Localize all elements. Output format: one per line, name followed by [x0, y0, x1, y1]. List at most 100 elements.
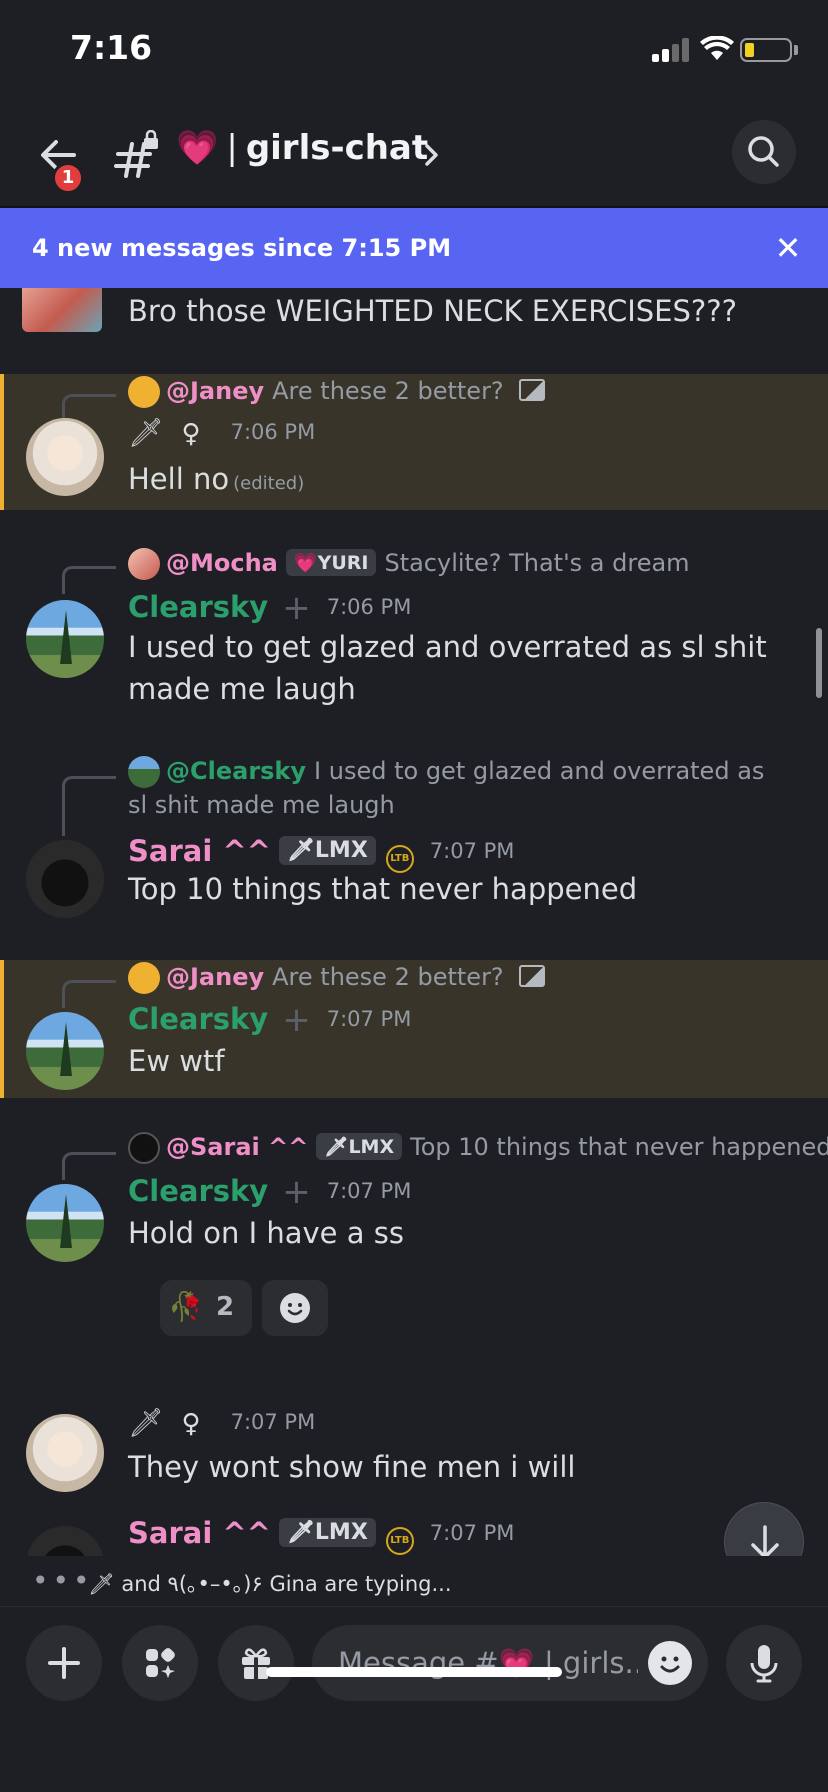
- timestamp: 7:07 PM: [429, 839, 515, 863]
- avatar[interactable]: [26, 600, 104, 678]
- search-icon: [748, 136, 779, 167]
- gift-button[interactable]: [218, 1625, 294, 1701]
- channel-header: 1 💗 | girls-chat: [0, 100, 828, 208]
- cellular-signal-icon: [652, 36, 692, 62]
- typing-text: 🗡 and ٩(｡•–•｡)۶ Gina are typing...: [88, 1568, 452, 1598]
- add-reaction-button[interactable]: [262, 1280, 328, 1336]
- plus-icon: +: [282, 588, 311, 628]
- message-text: They wont show fine men i will: [128, 1450, 576, 1484]
- author-line: 🗡 ♀ 7:07 PM: [128, 1406, 315, 1439]
- scrollbar[interactable]: [816, 628, 822, 698]
- sword-icon: 🗡: [88, 1572, 115, 1596]
- plus-icon: +: [282, 1172, 311, 1212]
- reply-tag-label: LMX: [348, 1136, 395, 1158]
- message-row: @Mocha 💗YURI Stacylite? That's a dream Cle…: [0, 546, 828, 706]
- reaction-count: 2: [216, 1292, 235, 1322]
- add-reaction-icon: [280, 1293, 310, 1323]
- chevron-right-icon[interactable]: [420, 138, 444, 172]
- message-row-highlighted: @Janey Are these 2 better? Clearsky +7:07 …: [0, 960, 828, 1098]
- reply-text: Are these 2 better?: [272, 377, 504, 405]
- new-messages-banner[interactable]: 4 new messages since 7:15 PM ✕: [0, 208, 828, 288]
- author-line: Clearsky +7:07 PM: [128, 1000, 411, 1040]
- avatar[interactable]: [26, 1012, 104, 1090]
- timestamp: 7:07 PM: [326, 1179, 412, 1203]
- author-name[interactable]: Clearsky: [128, 1174, 268, 1208]
- search-button[interactable]: [732, 120, 796, 184]
- message-row: Sarai ^^ 🗡LMX LTB 7:07 PM: [0, 1500, 828, 1556]
- reply-connector: [62, 1152, 116, 1180]
- reply-author: @Janey: [166, 963, 265, 991]
- reply-preview[interactable]: @Clearsky I used to get glazed and overra…: [128, 754, 788, 822]
- message-list[interactable]: Bro those WEIGHTED NECK EXERCISES??? @Ja…: [0, 288, 828, 1556]
- image-icon: [519, 965, 546, 987]
- timestamp: 7:07 PM: [326, 1007, 412, 1031]
- avatar[interactable]: [22, 288, 102, 332]
- message-text: Hell no: [128, 462, 230, 496]
- reply-connector: [62, 776, 116, 836]
- attach-button[interactable]: [26, 1625, 102, 1701]
- status-bar: 7:16: [0, 0, 828, 100]
- close-icon[interactable]: ✕: [770, 230, 806, 266]
- message-row: @Sarai ^^ 🗡LMX Top 10 things that never ha…: [0, 1130, 828, 1360]
- channel-title[interactable]: 💗 | girls-chat: [176, 128, 428, 168]
- reply-text: Stacylite? That's a dream: [384, 549, 690, 577]
- battery-nub: [794, 45, 798, 55]
- author-line: Clearsky +7:06 PM: [128, 588, 411, 628]
- reaction-pill[interactable]: 🥀 2: [160, 1280, 252, 1336]
- reply-author: @Clearsky: [166, 757, 307, 785]
- author-name[interactable]: Sarai ^^: [128, 834, 271, 868]
- timestamp: 7:07 PM: [230, 1410, 316, 1434]
- message-text: Top 10 things that never happened: [128, 872, 638, 906]
- author-name[interactable]: Sarai ^^: [128, 1516, 271, 1550]
- reply-connector: [62, 980, 116, 1008]
- timestamp: 7:06 PM: [326, 595, 412, 619]
- avatar[interactable]: [26, 1414, 104, 1492]
- role-tag-label: LMX: [314, 1520, 368, 1545]
- status-time: 7:16: [70, 28, 153, 67]
- message-text: Bro those WEIGHTED NECK EXERCISES???: [128, 294, 738, 328]
- avatar[interactable]: [26, 418, 104, 496]
- reply-preview[interactable]: @Sarai ^^ 🗡LMX Top 10 things that never ha…: [128, 1132, 828, 1164]
- emoji-icon[interactable]: [648, 1641, 692, 1685]
- reply-connector: [62, 566, 116, 594]
- message-input[interactable]: [338, 1643, 638, 1683]
- avatar[interactable]: [26, 1526, 104, 1556]
- sword-icon: 🗡: [128, 1406, 164, 1439]
- typing-users: and ٩(｡•–•｡)۶ Gina are typing...: [121, 1572, 452, 1596]
- reply-text: Top 10 things that never happened: [410, 1133, 828, 1161]
- role-tag: 🗡LMX: [278, 836, 376, 865]
- role-tag: 🗡LMX: [278, 1518, 376, 1547]
- reply-avatar: [128, 548, 160, 580]
- message-row: @Clearsky I used to get glazed and overra…: [0, 754, 828, 918]
- sword-icon: 🗡: [128, 416, 164, 449]
- message-text: I used to get glazed and overrated as sl…: [128, 630, 767, 706]
- plus-icon: [48, 1647, 80, 1679]
- wifi-icon: [700, 36, 734, 60]
- image-icon: [519, 379, 546, 401]
- reply-avatar: [128, 1132, 160, 1164]
- apps-button[interactable]: [122, 1625, 198, 1701]
- author-name[interactable]: Clearsky: [128, 590, 268, 624]
- avatar[interactable]: [26, 1184, 104, 1262]
- reply-tag: 🗡LMX: [316, 1133, 403, 1160]
- reply-text: Are these 2 better?: [272, 963, 504, 991]
- avatar[interactable]: [26, 840, 104, 918]
- edited-label: (edited): [233, 473, 305, 494]
- wilted-rose-icon: 🥀: [168, 1290, 203, 1323]
- role-tag-label: LMX: [314, 838, 368, 863]
- plus-icon: +: [282, 1000, 311, 1040]
- message-row-highlighted: @Janey Are these 2 better? 🗡 ♀ 7:06 PM Hell…: [0, 374, 828, 510]
- message-input-box[interactable]: [312, 1625, 708, 1701]
- author-name[interactable]: Clearsky: [128, 1002, 268, 1036]
- venus-icon: ♀: [181, 1409, 201, 1439]
- timestamp: 7:07 PM: [429, 1521, 515, 1545]
- reply-author: @Janey: [166, 377, 265, 405]
- reply-preview[interactable]: @Janey Are these 2 better?: [128, 376, 546, 408]
- reply-preview[interactable]: @Mocha 💗YURI Stacylite? That's a dream: [128, 548, 690, 580]
- message-text: Ew wtf: [128, 1044, 225, 1078]
- reply-tag: 💗YURI: [285, 549, 377, 576]
- home-indicator: [266, 1667, 562, 1677]
- message-row: 🗡 ♀ 7:07 PM They wont show fine men i will: [0, 1380, 828, 1500]
- voice-button[interactable]: [726, 1625, 802, 1701]
- reply-preview[interactable]: @Janey Are these 2 better?: [128, 962, 546, 994]
